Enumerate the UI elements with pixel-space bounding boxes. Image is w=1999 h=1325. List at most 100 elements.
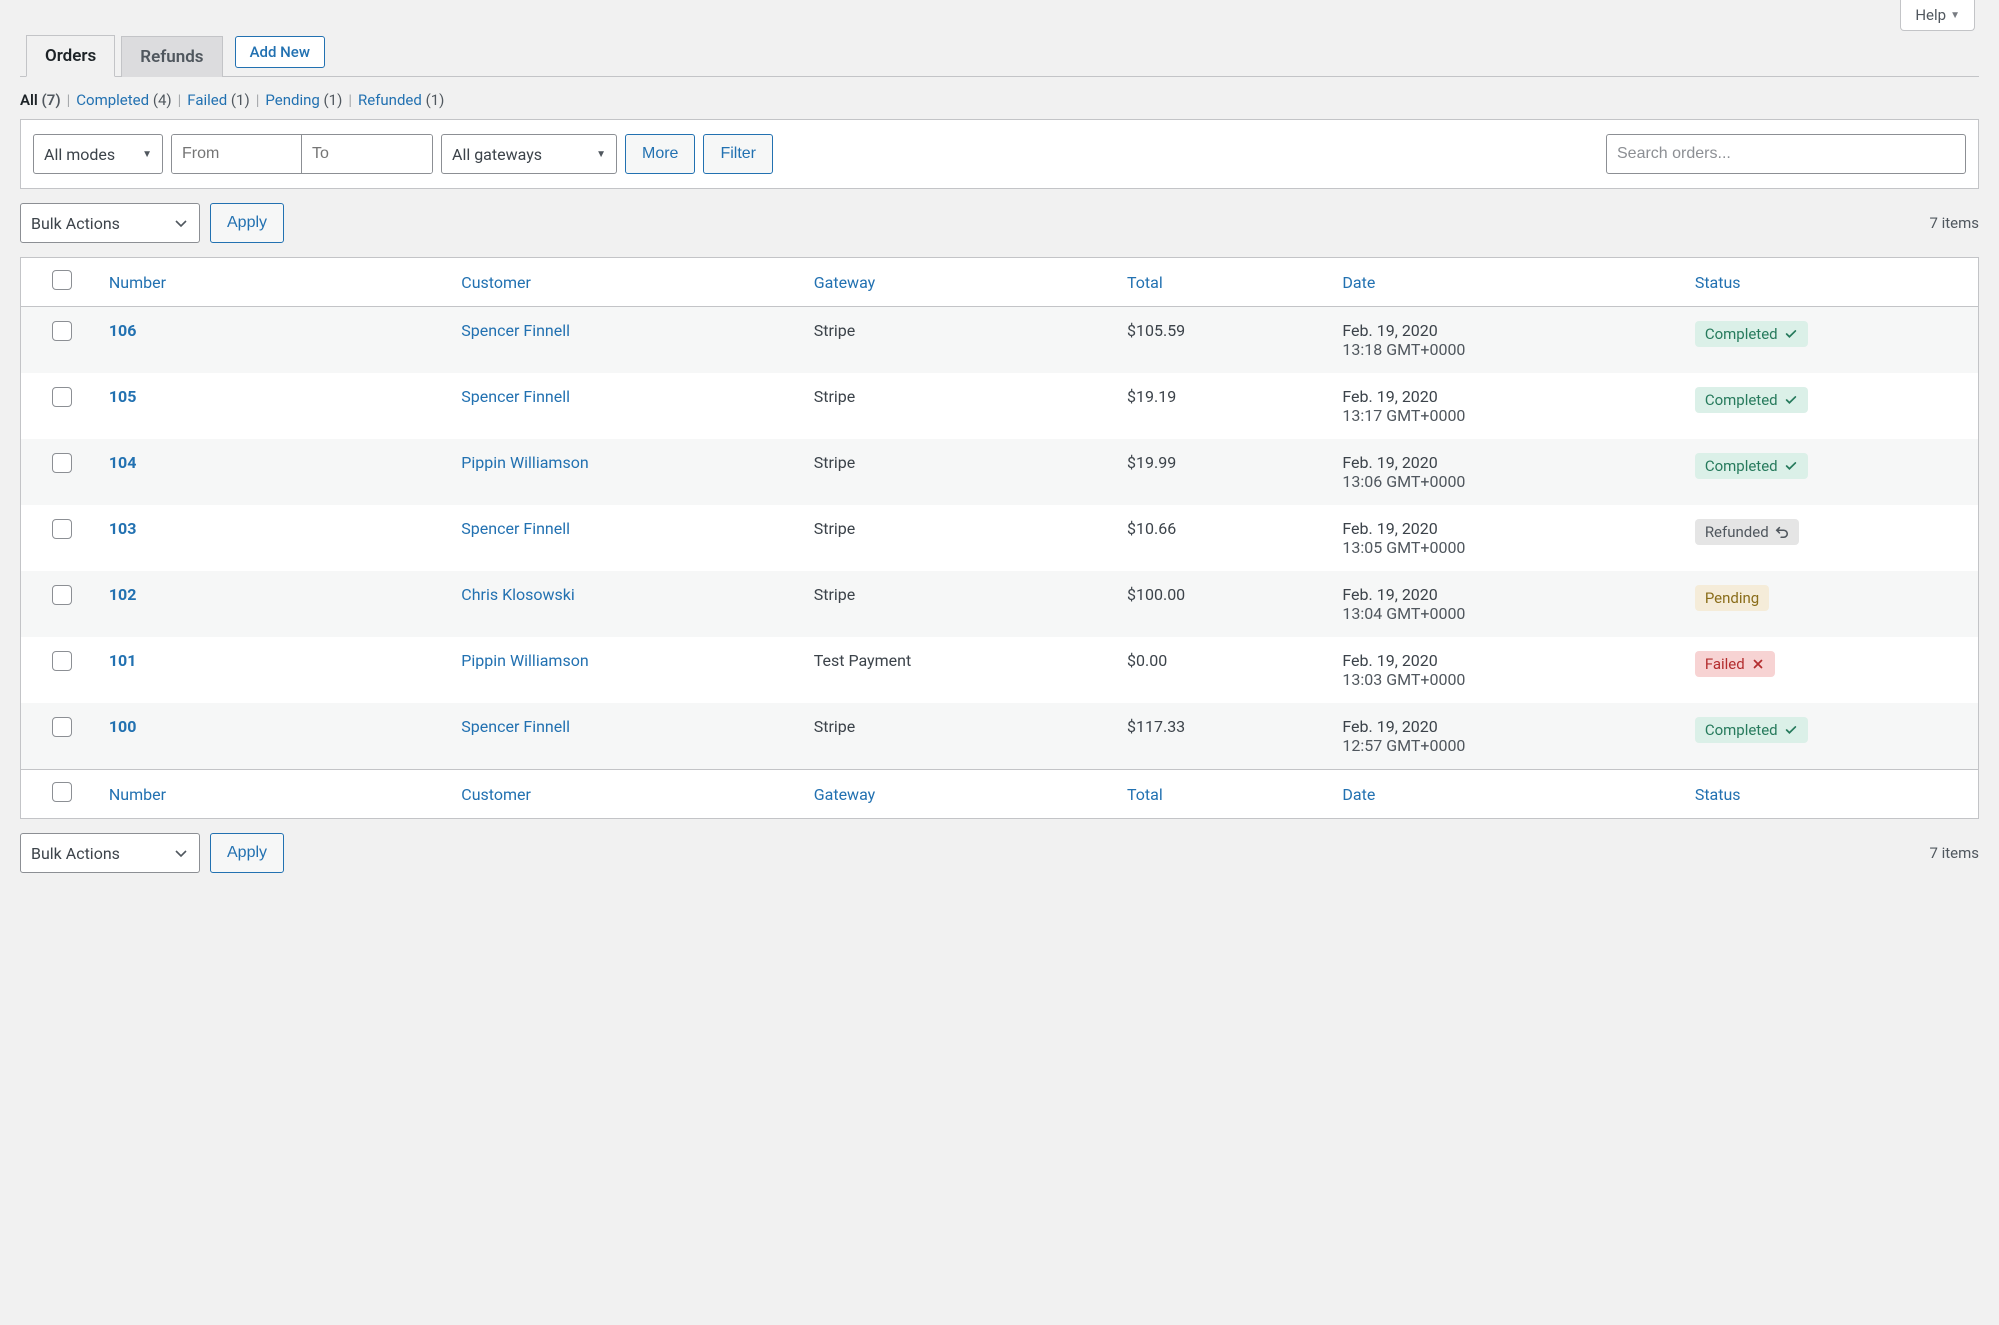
col-header-customer[interactable]: Customer bbox=[461, 273, 531, 292]
check-icon bbox=[1784, 459, 1798, 473]
order-number-link[interactable]: 103 bbox=[109, 519, 137, 538]
gateway-cell: Stripe bbox=[804, 439, 1117, 505]
status-filter-count: (1) bbox=[324, 91, 343, 109]
order-number-link[interactable]: 102 bbox=[109, 585, 137, 604]
bulk-actions-select-top[interactable]: Bulk Actions bbox=[20, 203, 200, 243]
chevron-down-icon: ▼ bbox=[596, 149, 606, 160]
order-number-link[interactable]: 106 bbox=[109, 321, 137, 340]
row-checkbox[interactable] bbox=[52, 387, 72, 407]
apply-button-top[interactable]: Apply bbox=[210, 203, 284, 243]
add-new-button[interactable]: Add New bbox=[235, 36, 325, 68]
status-filter-link[interactable]: Failed bbox=[187, 91, 231, 109]
date-cell: Feb. 19, 202012:57 GMT+0000 bbox=[1332, 703, 1684, 770]
table-row: 105Spencer FinnellStripe$19.19Feb. 19, 2… bbox=[21, 373, 1979, 439]
gateway-cell: Test Payment bbox=[804, 637, 1117, 703]
row-checkbox[interactable] bbox=[52, 651, 72, 671]
col-footer-status[interactable]: Status bbox=[1695, 785, 1741, 804]
customer-link[interactable]: Pippin Williamson bbox=[461, 651, 588, 670]
row-checkbox[interactable] bbox=[52, 585, 72, 605]
total-cell: $19.99 bbox=[1117, 439, 1332, 505]
filter-bar: All modes ▼ All gateways ▼ More Filter bbox=[20, 119, 1979, 189]
chevron-down-icon bbox=[173, 845, 189, 861]
customer-link[interactable]: Spencer Finnell bbox=[461, 321, 570, 340]
status-badge: Completed bbox=[1695, 387, 1808, 413]
col-header-total[interactable]: Total bbox=[1127, 273, 1163, 292]
date-cell: Feb. 19, 202013:06 GMT+0000 bbox=[1332, 439, 1684, 505]
status-badge: Completed bbox=[1695, 453, 1808, 479]
status-badge: Pending bbox=[1695, 585, 1769, 611]
nav-tabs: Orders Refunds Add New bbox=[20, 35, 1979, 77]
more-button[interactable]: More bbox=[625, 134, 695, 174]
gateways-select-label: All gateways bbox=[452, 145, 542, 164]
status-filter-pending[interactable]: Pending (1) bbox=[265, 91, 342, 109]
help-tab[interactable]: Help ▼ bbox=[1900, 0, 1975, 31]
order-number-link[interactable]: 101 bbox=[109, 651, 137, 670]
status-filter-link[interactable]: Completed bbox=[76, 91, 153, 109]
date-cell: Feb. 19, 202013:03 GMT+0000 bbox=[1332, 637, 1684, 703]
check-icon bbox=[1784, 393, 1798, 407]
customer-link[interactable]: Spencer Finnell bbox=[461, 519, 570, 538]
col-header-status[interactable]: Status bbox=[1695, 273, 1741, 292]
status-filter-refunded[interactable]: Refunded (1) bbox=[358, 91, 444, 109]
tab-orders[interactable]: Orders bbox=[26, 35, 115, 77]
status-filter-all[interactable]: All (7) bbox=[20, 91, 61, 109]
modes-select-label: All modes bbox=[44, 145, 115, 164]
status-filter-count: (7) bbox=[42, 91, 61, 109]
status-filter-completed[interactable]: Completed (4) bbox=[76, 91, 171, 109]
orders-table: Number Customer Gateway Total Date Statu… bbox=[20, 257, 1979, 819]
row-checkbox[interactable] bbox=[52, 717, 72, 737]
table-row: 106Spencer FinnellStripe$105.59Feb. 19, … bbox=[21, 307, 1979, 374]
date-cell: Feb. 19, 202013:05 GMT+0000 bbox=[1332, 505, 1684, 571]
table-row: 101 Pippin Williamson Test Payment$0.00Feb… bbox=[21, 637, 1979, 703]
bulk-actions-select-bottom[interactable]: Bulk Actions bbox=[20, 833, 200, 873]
customer-link[interactable]: Chris Klosowski bbox=[461, 585, 574, 604]
order-number-link[interactable]: 100 bbox=[109, 717, 137, 736]
col-header-gateway[interactable]: Gateway bbox=[814, 273, 876, 292]
modes-select[interactable]: All modes ▼ bbox=[33, 134, 163, 174]
col-footer-gateway[interactable]: Gateway bbox=[814, 785, 876, 804]
select-all-checkbox-top[interactable] bbox=[52, 270, 72, 290]
gateway-cell: Stripe bbox=[804, 307, 1117, 374]
status-filter-link[interactable]: All bbox=[20, 91, 42, 109]
check-icon bbox=[1784, 327, 1798, 341]
select-all-checkbox-bottom[interactable] bbox=[52, 782, 72, 802]
col-footer-total[interactable]: Total bbox=[1127, 785, 1163, 804]
col-footer-date[interactable]: Date bbox=[1342, 785, 1375, 804]
total-cell: $0.00 bbox=[1117, 637, 1332, 703]
row-checkbox[interactable] bbox=[52, 453, 72, 473]
status-filter-failed[interactable]: Failed (1) bbox=[187, 91, 249, 109]
customer-link[interactable]: Spencer Finnell bbox=[461, 717, 570, 736]
date-to-input[interactable] bbox=[302, 135, 432, 173]
date-from-input[interactable] bbox=[172, 135, 302, 173]
gateway-cell: Stripe bbox=[804, 571, 1117, 637]
status-filter-count: (1) bbox=[426, 91, 445, 109]
status-filter-count: (1) bbox=[231, 91, 250, 109]
gateways-select[interactable]: All gateways ▼ bbox=[441, 134, 617, 174]
items-count-top: 7 items bbox=[1929, 214, 1979, 232]
col-header-date[interactable]: Date bbox=[1342, 273, 1375, 292]
tab-refunds[interactable]: Refunds bbox=[121, 36, 222, 77]
apply-button-bottom[interactable]: Apply bbox=[210, 833, 284, 873]
total-cell: $117.33 bbox=[1117, 703, 1332, 770]
status-filter-link[interactable]: Refunded bbox=[358, 91, 426, 109]
order-number-link[interactable]: 105 bbox=[109, 387, 137, 406]
order-number-link[interactable]: 104 bbox=[109, 453, 137, 472]
col-header-number[interactable]: Number bbox=[109, 273, 166, 292]
row-checkbox[interactable] bbox=[52, 321, 72, 341]
status-filter-link[interactable]: Pending bbox=[265, 91, 323, 109]
search-input[interactable] bbox=[1606, 134, 1966, 174]
total-cell: $10.66 bbox=[1117, 505, 1332, 571]
customer-link[interactable]: Spencer Finnell bbox=[461, 387, 570, 406]
gateway-cell: Stripe bbox=[804, 373, 1117, 439]
chevron-down-icon: ▼ bbox=[142, 149, 152, 160]
filter-button[interactable]: Filter bbox=[703, 134, 773, 174]
customer-link[interactable]: Pippin Williamson bbox=[461, 453, 588, 472]
col-footer-customer[interactable]: Customer bbox=[461, 785, 531, 804]
col-footer-number[interactable]: Number bbox=[109, 785, 166, 804]
status-filter-links: All (7)|Completed (4)|Failed (1)|Pending… bbox=[20, 91, 1979, 109]
status-badge: Failed bbox=[1695, 651, 1775, 677]
date-cell: Feb. 19, 202013:04 GMT+0000 bbox=[1332, 571, 1684, 637]
tablenav-top: Bulk Actions Apply 7 items bbox=[20, 203, 1979, 243]
status-badge: Refunded bbox=[1695, 519, 1799, 545]
row-checkbox[interactable] bbox=[52, 519, 72, 539]
